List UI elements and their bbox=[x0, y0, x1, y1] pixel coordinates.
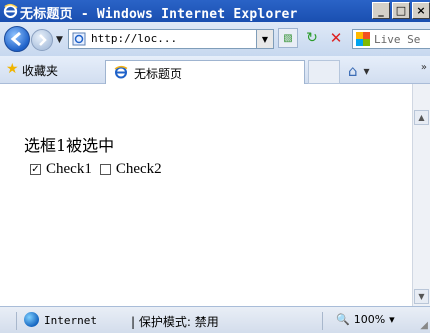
resize-grip-icon[interactable]: ◢ bbox=[420, 320, 428, 331]
tab-active[interactable]: 无标题页 bbox=[105, 60, 305, 84]
scroll-up-button[interactable]: ▲ bbox=[414, 110, 429, 125]
scroll-down-button[interactable]: ▼ bbox=[414, 289, 429, 304]
address-text: http://loc... bbox=[91, 32, 178, 45]
checkbox-check2-box[interactable] bbox=[99, 164, 111, 175]
refresh-button[interactable]: ↻ bbox=[302, 28, 322, 48]
refresh-icon: ↻ bbox=[306, 30, 318, 46]
window-title: 无标题页 - Windows Internet Explorer bbox=[20, 7, 298, 22]
tab-ie-icon bbox=[114, 65, 128, 79]
favorites-bar: ★ 收藏夹 无标题页 ⌂ ▾ » bbox=[0, 56, 430, 84]
forward-arrow-icon bbox=[39, 34, 47, 46]
address-field[interactable]: http://loc... ▼ bbox=[68, 29, 274, 49]
security-zone: Internet bbox=[44, 314, 97, 327]
vertical-scrollbar[interactable]: ▲ ▼ bbox=[412, 84, 430, 306]
window-controls: _ □ × bbox=[372, 2, 430, 20]
history-dropdown-icon[interactable]: ▼ bbox=[56, 35, 63, 45]
search-input[interactable]: Live Se bbox=[352, 29, 430, 49]
stop-icon: ✕ bbox=[329, 29, 343, 47]
home-button[interactable]: ⌂ ▾ bbox=[348, 60, 390, 82]
status-bar: Internet | 保护模式: 禁用 🔍 100% ▾ ◢ bbox=[0, 306, 430, 333]
zoom-control[interactable]: 🔍 100% ▾ bbox=[336, 313, 395, 326]
page-heading: 选框1被选中 bbox=[24, 136, 115, 155]
checkbox-group: ✓ Check1 Check2 bbox=[30, 161, 170, 178]
star-icon[interactable]: ★ bbox=[6, 61, 19, 77]
protected-mode-status[interactable]: | 保护模式: 禁用 bbox=[131, 313, 219, 330]
live-search-icon bbox=[356, 32, 370, 46]
navigation-bar: ▼ http://loc... ▼ ▧ ↻ ✕ Live Se bbox=[0, 22, 430, 56]
forward-button[interactable] bbox=[31, 29, 53, 51]
chevron-more-icon[interactable]: » bbox=[421, 62, 427, 73]
stop-button[interactable]: ✕ bbox=[326, 28, 346, 48]
zoom-dropdown-icon[interactable]: ▾ bbox=[389, 313, 395, 326]
back-arrow-icon bbox=[10, 31, 21, 47]
search-placeholder: Live Se bbox=[374, 33, 421, 46]
compatibility-icon: ▧ bbox=[283, 32, 293, 44]
back-button[interactable] bbox=[4, 26, 30, 52]
favorites-button[interactable]: 收藏夹 bbox=[22, 62, 58, 79]
checkbox-check2[interactable]: Check2 bbox=[99, 161, 162, 178]
status-divider bbox=[16, 312, 17, 330]
ie-logo-icon bbox=[3, 3, 18, 18]
zoom-level: 100% bbox=[353, 313, 386, 326]
globe-icon bbox=[24, 312, 39, 327]
checkbox-check2-label[interactable]: Check2 bbox=[116, 161, 162, 178]
close-button[interactable]: × bbox=[412, 2, 430, 19]
status-divider bbox=[322, 312, 323, 330]
minimize-button[interactable]: _ bbox=[372, 2, 390, 19]
compatibility-view-button[interactable]: ▧ bbox=[278, 28, 298, 48]
zoom-icon: 🔍 bbox=[336, 313, 350, 326]
checkbox-check1[interactable]: ✓ Check1 bbox=[30, 161, 92, 178]
tab-label: 无标题页 bbox=[134, 67, 183, 81]
home-icon: ⌂ bbox=[348, 62, 358, 80]
new-tab-button[interactable] bbox=[308, 60, 340, 84]
address-dropdown-icon[interactable]: ▼ bbox=[256, 30, 273, 48]
title-bar: 无标题页 - Windows Internet Explorer _ □ × bbox=[0, 0, 430, 22]
checkbox-check1-box[interactable]: ✓ bbox=[30, 164, 41, 175]
page-ie-icon bbox=[72, 32, 86, 46]
ie-window: 无标题页 - Windows Internet Explorer _ □ × ▼… bbox=[0, 0, 430, 333]
home-dropdown-icon[interactable]: ▾ bbox=[364, 64, 370, 78]
maximize-button[interactable]: □ bbox=[392, 2, 410, 19]
page-content: 选框1被选中 ✓ Check1 Check2 bbox=[0, 84, 412, 306]
checkbox-check1-label[interactable]: Check1 bbox=[46, 161, 92, 178]
